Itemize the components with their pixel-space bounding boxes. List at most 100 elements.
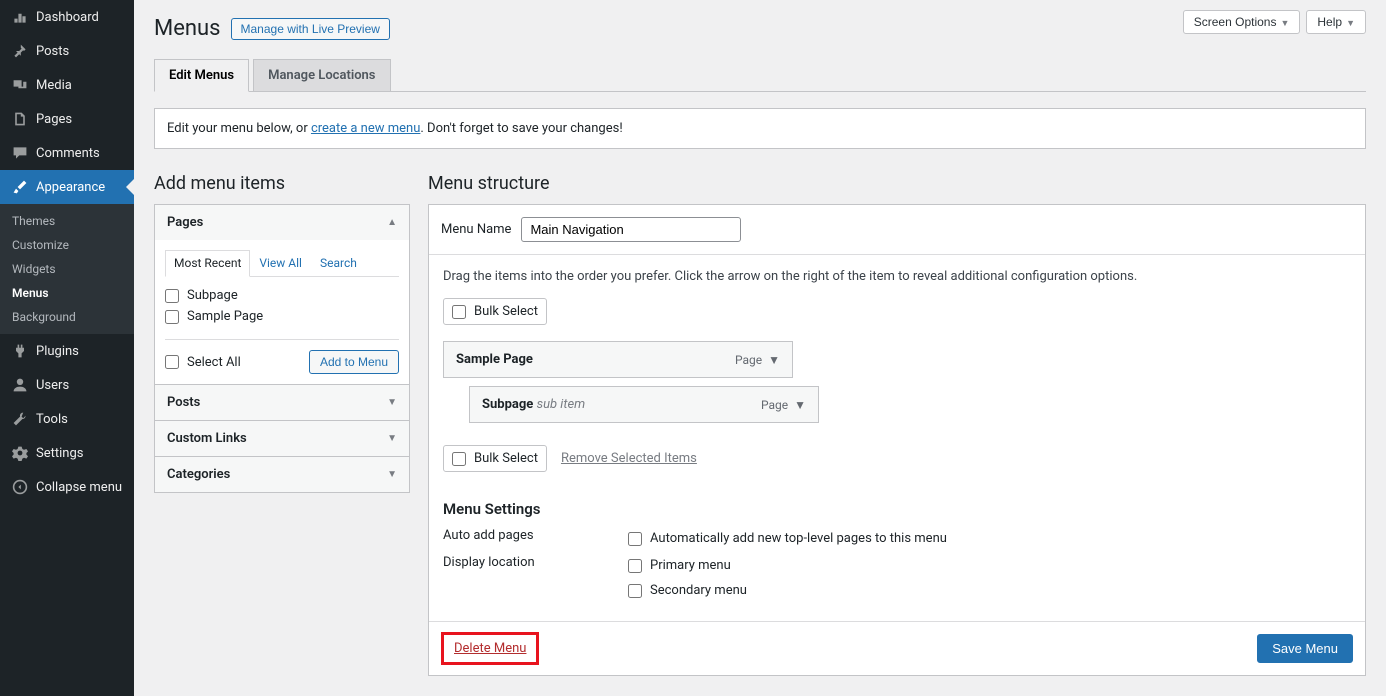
- checkbox-label: Subpage: [187, 288, 238, 303]
- sidebar-sub-themes[interactable]: Themes: [0, 209, 134, 233]
- comments-icon: [10, 143, 30, 163]
- bulk-select-top[interactable]: Bulk Select: [443, 298, 547, 325]
- chevron-up-icon: ▲: [387, 217, 397, 228]
- sidebar-sub-widgets[interactable]: Widgets: [0, 257, 134, 281]
- chevron-down-icon: ▼: [387, 397, 397, 408]
- subtab-search[interactable]: Search: [311, 250, 366, 276]
- sidebar-sub-menus[interactable]: Menus: [0, 281, 134, 305]
- dashboard-icon: [10, 7, 30, 27]
- pin-icon: [10, 41, 30, 61]
- pages-icon: [10, 109, 30, 129]
- accordion-categories-header[interactable]: Categories ▼: [155, 457, 409, 492]
- add-to-menu-button[interactable]: Add to Menu: [309, 350, 399, 374]
- sidebar-item-dashboard[interactable]: Dashboard: [0, 0, 134, 34]
- sidebar-item-users[interactable]: Users: [0, 368, 134, 402]
- checkbox-auto-add[interactable]: [628, 532, 642, 546]
- delete-menu-highlight: Delete Menu: [441, 632, 539, 665]
- sidebar-item-posts[interactable]: Posts: [0, 34, 134, 68]
- sidebar-sub-background[interactable]: Background: [0, 305, 134, 329]
- accordion-label: Posts: [167, 395, 200, 410]
- sidebar-item-label: Appearance: [36, 180, 105, 195]
- menu-item-title: Subpage: [482, 397, 533, 412]
- menu-structure-panel: Menu Name Drag the items into the order …: [428, 204, 1366, 676]
- bulk-checkbox[interactable]: [452, 452, 466, 466]
- manage-preview-button[interactable]: Manage with Live Preview: [231, 18, 390, 40]
- chevron-down-icon: ▼: [387, 433, 397, 444]
- sidebar-item-collapse[interactable]: Collapse menu: [0, 470, 134, 504]
- select-all-label: Select All: [187, 355, 241, 370]
- sidebar-item-label: Tools: [36, 412, 68, 427]
- notice: Edit your menu below, or create a new me…: [154, 108, 1366, 149]
- sidebar-sub-customize[interactable]: Customize: [0, 233, 134, 257]
- accordion-pages-header[interactable]: Pages ▲: [155, 205, 409, 240]
- accordion-posts: Posts ▼: [154, 384, 410, 421]
- screen-options-button[interactable]: Screen Options▼: [1183, 10, 1301, 34]
- sidebar-item-label: Collapse menu: [36, 480, 122, 495]
- notice-text: Edit your menu below, or: [167, 121, 311, 136]
- bulk-checkbox[interactable]: [452, 305, 466, 319]
- display-location-label: Display location: [443, 555, 628, 570]
- menu-item-sample-page[interactable]: Sample Page Page ▼: [443, 341, 793, 378]
- help-button[interactable]: Help▼: [1306, 10, 1366, 34]
- checkbox-label: Secondary menu: [650, 583, 747, 598]
- chevron-down-icon: ▼: [387, 469, 397, 480]
- accordion-categories: Categories ▼: [154, 456, 410, 493]
- screen-options-label: Screen Options: [1194, 15, 1277, 29]
- main-content: Screen Options▼ Help▼ Menus Manage with …: [134, 0, 1386, 696]
- checkbox-label: Automatically add new top-level pages to…: [650, 531, 947, 546]
- menu-name-label: Menu Name: [441, 222, 511, 237]
- sidebar-item-label: Media: [36, 78, 72, 93]
- checkbox-primary-menu[interactable]: [628, 559, 642, 573]
- chevron-down-icon: ▼: [794, 398, 806, 412]
- sidebar-item-pages[interactable]: Pages: [0, 102, 134, 136]
- sidebar-submenu: Themes Customize Widgets Menus Backgroun…: [0, 204, 134, 334]
- sidebar-item-plugins[interactable]: Plugins: [0, 334, 134, 368]
- sidebar-item-comments[interactable]: Comments: [0, 136, 134, 170]
- accordion-label: Categories: [167, 467, 230, 482]
- bulk-label: Bulk Select: [474, 451, 538, 466]
- sidebar-item-settings[interactable]: Settings: [0, 436, 134, 470]
- create-menu-link[interactable]: create a new menu: [311, 121, 420, 136]
- chevron-down-icon: ▼: [1280, 18, 1289, 28]
- checkbox-secondary-menu[interactable]: [628, 584, 642, 598]
- accordion-posts-header[interactable]: Posts ▼: [155, 385, 409, 420]
- admin-sidebar: Dashboard Posts Media Pages Comments App…: [0, 0, 134, 696]
- chevron-down-icon: ▼: [768, 353, 780, 367]
- sidebar-item-label: Users: [36, 378, 69, 393]
- tab-edit-menus[interactable]: Edit Menus: [154, 59, 249, 92]
- delete-menu-link[interactable]: Delete Menu: [454, 641, 526, 656]
- subtab-most-recent[interactable]: Most Recent: [165, 250, 250, 277]
- remove-selected-link[interactable]: Remove Selected Items: [561, 451, 697, 466]
- menu-name-input[interactable]: [521, 217, 741, 242]
- checkbox-select-all[interactable]: [165, 355, 179, 369]
- menu-item-type: Page: [735, 353, 762, 367]
- sidebar-item-media[interactable]: Media: [0, 68, 134, 102]
- subtab-view-all[interactable]: View All: [250, 250, 311, 276]
- sidebar-item-label: Settings: [36, 446, 83, 461]
- plugin-icon: [10, 341, 30, 361]
- sidebar-item-label: Dashboard: [36, 10, 99, 25]
- notice-text: . Don't forget to save your changes!: [420, 121, 622, 136]
- sidebar-item-appearance[interactable]: Appearance: [0, 170, 134, 204]
- checkbox-subpage[interactable]: [165, 289, 179, 303]
- bulk-label: Bulk Select: [474, 304, 538, 319]
- menu-structure-heading: Menu structure: [428, 173, 1366, 194]
- checkbox-sample-page[interactable]: [165, 310, 179, 324]
- accordion-custom-links: Custom Links ▼: [154, 420, 410, 457]
- menu-item-title: Sample Page: [456, 352, 533, 367]
- accordion-label: Custom Links: [167, 431, 247, 446]
- accordion-custom-links-header[interactable]: Custom Links ▼: [155, 421, 409, 456]
- accordion-pages: Pages ▲ Most Recent View All Search Subpa…: [154, 204, 410, 385]
- nav-tabs: Edit Menus Manage Locations: [154, 59, 1366, 92]
- accordion-label: Pages: [167, 215, 203, 230]
- add-items-heading: Add menu items: [154, 173, 410, 194]
- sidebar-item-tools[interactable]: Tools: [0, 402, 134, 436]
- sub-item-label: sub item: [537, 397, 586, 412]
- bulk-select-bottom[interactable]: Bulk Select: [443, 445, 547, 472]
- sidebar-item-label: Pages: [36, 112, 72, 127]
- user-icon: [10, 375, 30, 395]
- menu-item-subpage[interactable]: Subpage sub item Page ▼: [469, 386, 819, 423]
- drag-hint: Drag the items into the order you prefer…: [443, 269, 1351, 284]
- menu-item-type: Page: [761, 398, 788, 412]
- tab-manage-locations[interactable]: Manage Locations: [253, 59, 390, 92]
